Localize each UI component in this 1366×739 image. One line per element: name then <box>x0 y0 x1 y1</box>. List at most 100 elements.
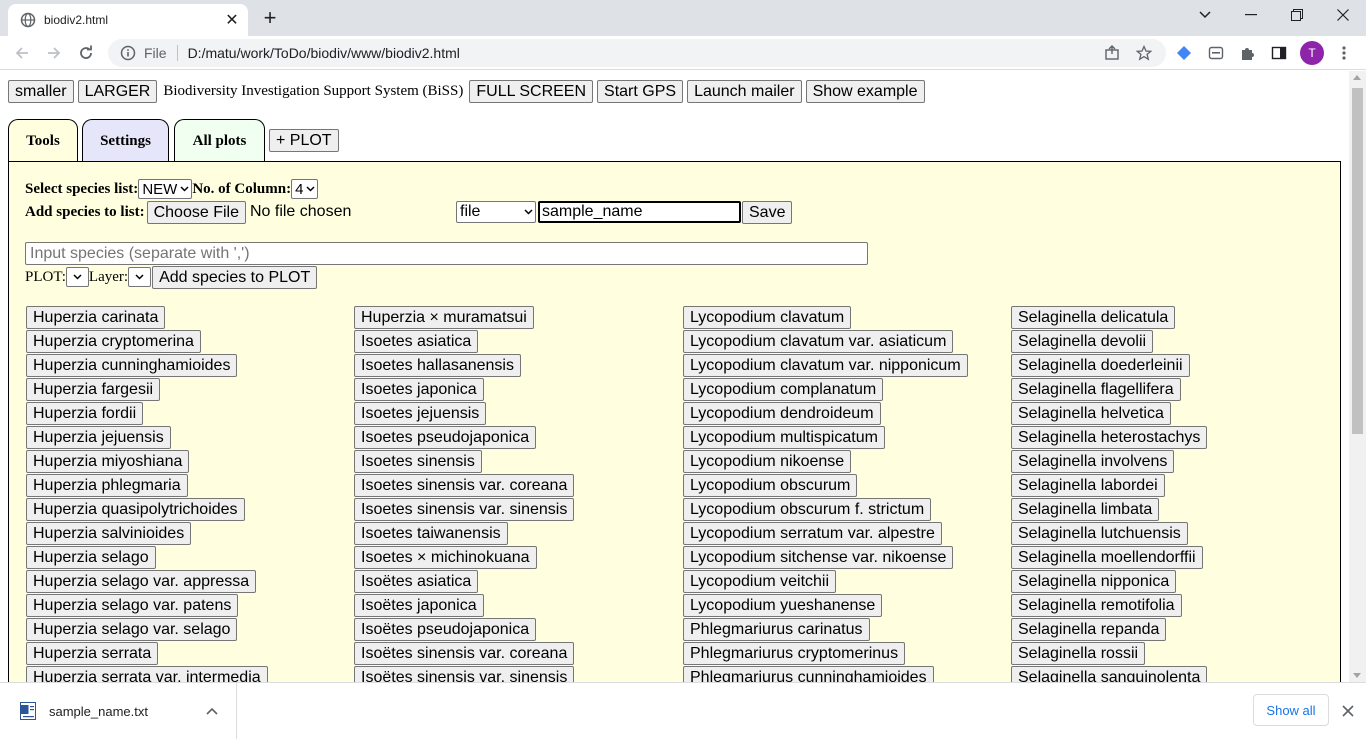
bookmark-star-icon[interactable] <box>1133 42 1155 64</box>
species-button[interactable]: Isoetes sinensis var. coreana <box>354 474 575 497</box>
download-item[interactable]: sample_name.txt <box>0 683 237 739</box>
species-button[interactable]: Huperzia selago var. patens <box>26 594 239 617</box>
profile-avatar[interactable]: T <box>1300 41 1324 65</box>
url-text[interactable]: D:/matu/work/ToDo/biodiv/www/biodiv2.htm… <box>188 45 460 61</box>
close-icon[interactable] <box>1338 701 1358 721</box>
species-button[interactable]: Phlegmariurus cunninghamioides <box>683 666 934 682</box>
share-icon[interactable] <box>1101 42 1123 64</box>
species-button[interactable]: Huperzia selago var. appressa <box>26 570 257 593</box>
species-button[interactable]: Isoetes asiatica <box>354 330 479 353</box>
species-button[interactable]: Lycopodium clavatum var. asiaticum <box>683 330 954 353</box>
save-button[interactable]: Save <box>742 200 793 224</box>
species-button[interactable]: Selaginella remotifolia <box>1011 594 1182 617</box>
species-button[interactable]: Lycopodium serratum var. alpestre <box>683 522 942 545</box>
species-button[interactable]: Huperzia cunninghamioides <box>26 354 238 377</box>
minimize-icon[interactable] <box>1228 0 1274 30</box>
species-button[interactable]: Huperzia fargesii <box>26 378 161 401</box>
layer-select[interactable] <box>128 267 152 287</box>
species-button[interactable]: Isoetes hallasanensis <box>354 354 521 377</box>
species-button[interactable]: Selaginella repanda <box>1011 618 1167 641</box>
scroll-down-icon[interactable] <box>1353 673 1361 678</box>
species-button[interactable]: Isoetes × michinokuana <box>354 546 537 569</box>
columns-select[interactable]: 4 <box>291 179 319 199</box>
chevron-up-icon[interactable] <box>204 703 220 719</box>
window-close-icon[interactable] <box>1320 0 1366 30</box>
species-button[interactable]: Isoëtes sinensis var. coreana <box>354 642 575 665</box>
species-button[interactable]: Lycopodium nikoense <box>683 450 852 473</box>
tab-all-plots[interactable]: All plots <box>174 119 265 162</box>
full-screen-button[interactable]: FULL SCREEN <box>469 79 594 103</box>
address-bar[interactable]: File D:/matu/work/ToDo/biodiv/www/biodiv… <box>108 39 1166 67</box>
species-button[interactable]: Huperzia cryptomerina <box>26 330 201 353</box>
new-tab-button[interactable]: + <box>258 5 282 30</box>
species-button[interactable]: Lycopodium veitchii <box>683 570 837 593</box>
species-button[interactable]: Phlegmariurus carinatus <box>683 618 870 641</box>
species-button[interactable]: Lycopodium dendroideum <box>683 402 881 425</box>
scroll-up-icon[interactable] <box>1353 75 1361 80</box>
extension-chat-icon[interactable] <box>1205 42 1227 64</box>
species-button[interactable]: Phlegmariurus cryptomerinus <box>683 642 906 665</box>
species-button[interactable]: Lycopodium clavatum var. nipponicum <box>683 354 968 377</box>
species-button[interactable]: Huperzia × muramatsui <box>354 306 534 329</box>
species-button[interactable]: Huperzia selago var. selago <box>26 618 238 641</box>
species-button[interactable]: Selaginella rossii <box>1011 642 1146 665</box>
species-button[interactable]: Selaginella heterostachys <box>1011 426 1208 449</box>
side-panel-icon[interactable] <box>1268 42 1290 64</box>
tab-settings[interactable]: Settings <box>82 119 169 162</box>
species-button[interactable]: Selaginella flagellifera <box>1011 378 1181 401</box>
species-button[interactable]: Selaginella limbata <box>1011 498 1160 521</box>
larger-button[interactable]: LARGER <box>77 79 158 103</box>
species-button[interactable]: Selaginella moellendorffii <box>1011 546 1203 569</box>
species-list-select[interactable]: NEW <box>138 179 193 199</box>
menu-kebab-icon[interactable] <box>1333 42 1355 64</box>
tab-search-icon[interactable] <box>1182 0 1228 30</box>
start-gps-button[interactable]: Start GPS <box>597 79 684 103</box>
species-button[interactable]: Selaginella involvens <box>1011 450 1175 473</box>
species-button[interactable]: Isoetes taiwanensis <box>354 522 508 545</box>
species-button[interactable]: Huperzia fordii <box>26 402 144 425</box>
forward-icon[interactable] <box>42 41 66 65</box>
species-button[interactable]: Huperzia serrata <box>26 642 159 665</box>
browser-tab[interactable]: biodiv2.html ✕ <box>8 4 248 36</box>
species-button[interactable]: Lycopodium multispicatum <box>683 426 885 449</box>
species-button[interactable]: Selaginella helvetica <box>1011 402 1171 425</box>
tab-tools[interactable]: Tools <box>8 119 78 163</box>
species-button[interactable]: Isoëtes asiatica <box>354 570 479 593</box>
smaller-button[interactable]: smaller <box>8 79 74 103</box>
reload-icon[interactable] <box>74 41 98 65</box>
add-plot-button[interactable]: + PLOT <box>269 129 339 152</box>
launch-mailer-button[interactable]: Launch mailer <box>687 79 802 103</box>
plot-select[interactable] <box>65 267 89 287</box>
species-button[interactable]: Lycopodium obscurum f. strictum <box>683 498 932 521</box>
species-button[interactable]: Lycopodium complanatum <box>683 378 884 401</box>
species-button[interactable]: Huperzia phlegmaria <box>26 474 188 497</box>
extensions-puzzle-icon[interactable] <box>1237 42 1259 64</box>
species-button[interactable]: Selaginella lutchuensis <box>1011 522 1188 545</box>
species-button[interactable]: Lycopodium clavatum <box>683 306 852 329</box>
filename-input[interactable]: sample_name <box>538 201 741 223</box>
extension-diamond-icon[interactable] <box>1173 42 1195 64</box>
species-button[interactable]: Huperzia selago <box>26 546 156 569</box>
page-scrollbar[interactable] <box>1349 71 1366 682</box>
species-button[interactable]: Huperzia carinata <box>26 306 166 329</box>
species-button[interactable]: Selaginella doederleinii <box>1011 354 1190 377</box>
species-input[interactable]: Input species (separate with ',') <box>25 242 868 265</box>
species-button[interactable]: Isoetes sinensis <box>354 450 482 473</box>
species-button[interactable]: Selaginella devolii <box>1011 330 1154 353</box>
show-example-button[interactable]: Show example <box>805 79 925 103</box>
species-button[interactable]: Huperzia jejuensis <box>26 426 171 449</box>
scroll-thumb[interactable] <box>1352 88 1363 434</box>
species-button[interactable]: Isoëtes pseudojaponica <box>354 618 537 641</box>
info-icon[interactable] <box>120 45 136 61</box>
species-button[interactable]: Huperzia quasipolytrichoides <box>26 498 245 521</box>
add-to-plot-button[interactable]: Add species to PLOT <box>152 265 318 289</box>
species-button[interactable]: Selaginella nipponica <box>1011 570 1177 593</box>
species-button[interactable]: Isoetes pseudojaponica <box>354 426 537 449</box>
species-button[interactable]: Isoëtes sinensis var. sinensis <box>354 666 575 682</box>
show-all-button[interactable]: Show all <box>1253 694 1329 726</box>
back-icon[interactable] <box>10 41 34 65</box>
species-button[interactable]: Isoetes japonica <box>354 378 484 401</box>
species-button[interactable]: Isoetes sinensis var. sinensis <box>354 498 575 521</box>
species-button[interactable]: Huperzia serrata var. intermedia <box>26 666 268 682</box>
tab-close-icon[interactable]: ✕ <box>222 10 242 30</box>
